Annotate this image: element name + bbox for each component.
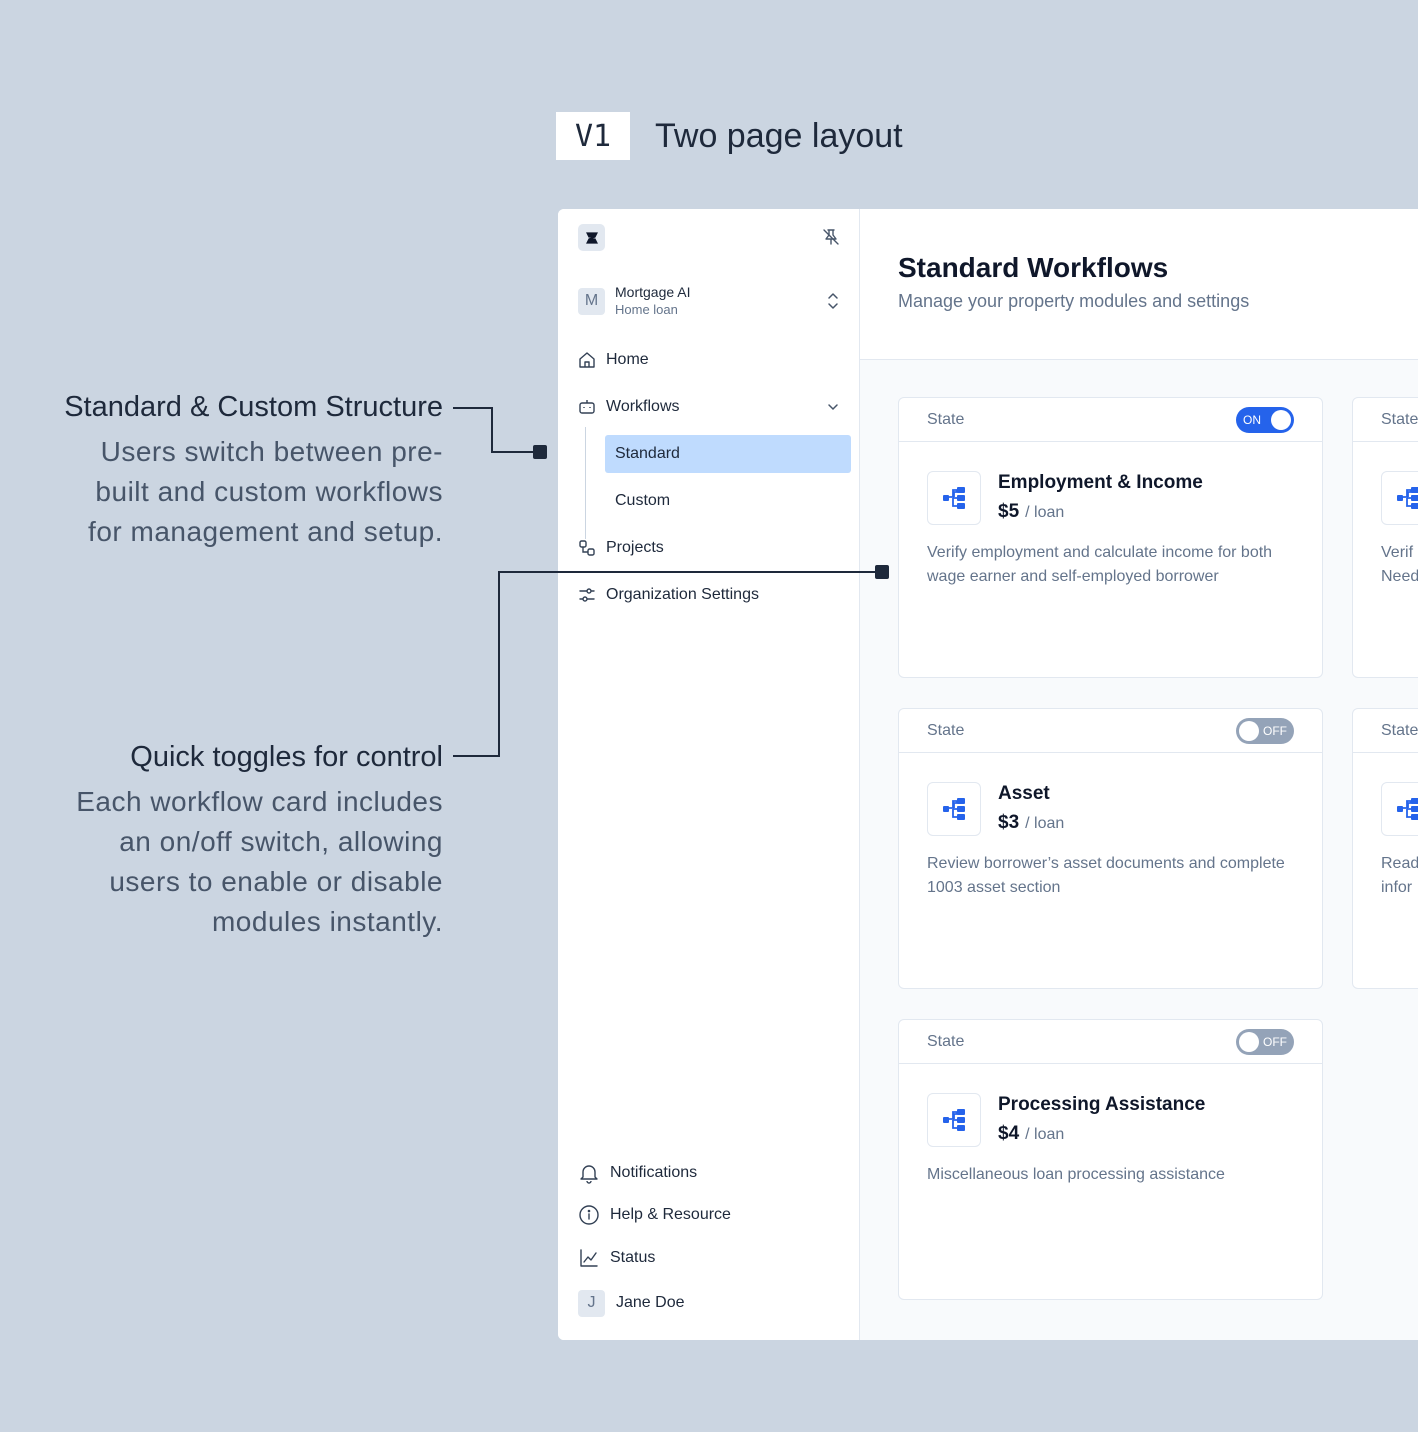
sidebar-item-workflows[interactable]: Workflows <box>578 389 840 425</box>
version-badge: V1 <box>556 112 630 160</box>
workflow-icon <box>927 471 981 525</box>
workflow-icon <box>927 782 981 836</box>
page-heading: Two page layout <box>655 117 903 155</box>
workflow-card-partial: State Read infor <box>1352 708 1418 989</box>
connector-structure <box>453 407 540 453</box>
projects-icon <box>578 539 596 557</box>
main-content: Standard Workflows Manage your property … <box>860 209 1418 1340</box>
sidebar-item-notifications[interactable]: Notifications <box>578 1155 697 1191</box>
org-avatar: M <box>578 287 605 315</box>
annotation-description: Users switch between pre- built and cust… <box>23 432 443 552</box>
annotation-title: Standard & Custom Structure <box>64 391 443 423</box>
annotation-line: an on/off switch, allowing <box>119 826 443 857</box>
page-subtitle: Manage your property modules and setting… <box>898 291 1250 311</box>
state-toggle[interactable]: OFF <box>1236 1028 1294 1055</box>
toggle-label: ON <box>1243 412 1261 427</box>
sliders-icon <box>578 586 596 604</box>
toggle-knob <box>1271 409 1291 430</box>
sidebar-item-label: Workflows <box>606 398 680 415</box>
sidebar: M Mortgage AI Home loan Home Workflows S… <box>558 209 860 1340</box>
state-label: State <box>1381 721 1418 739</box>
sidebar-subitem-standard[interactable]: Standard <box>605 435 851 473</box>
workflow-icon <box>1381 471 1418 525</box>
state-label: State <box>927 1032 965 1050</box>
org-subtitle: Home loan <box>615 302 678 317</box>
annotation-line: modules instantly. <box>211 906 443 937</box>
card-title: Asset <box>998 783 1050 804</box>
sidebar-item-status[interactable]: Status <box>578 1240 655 1276</box>
connector-structure-dot <box>533 445 547 459</box>
toggle-label: OFF <box>1263 723 1287 738</box>
state-label: State <box>1381 410 1418 428</box>
state-toggle[interactable]: ON <box>1236 406 1294 433</box>
org-name: Mortgage AI <box>615 284 691 300</box>
state-toggle[interactable]: OFF <box>1236 717 1294 744</box>
card-description: Miscellaneous loan processing assistance <box>927 1166 1225 1183</box>
annotation-line: users to enable or disable <box>109 866 443 897</box>
workflow-card-employment: State ON Employment & Income $5 / loan V… <box>898 397 1323 678</box>
user-name: Jane Doe <box>616 1294 685 1311</box>
workflow-card-processing: State OFF Processing Assistance $4 / loa… <box>898 1019 1323 1300</box>
main-header: Standard Workflows Manage your property … <box>860 209 1418 360</box>
sidebar-item-label: Notifications <box>610 1164 698 1181</box>
annotation-structure: Standard & Custom Structure Users switch… <box>23 390 443 552</box>
annotation-title: Quick toggles for control <box>130 741 443 773</box>
logo-icon[interactable] <box>578 224 605 251</box>
workflow-card-asset: State OFF Asset $3 / loan Review borrowe… <box>898 708 1323 989</box>
sidebar-item-label: Home <box>606 351 649 368</box>
sidebar-item-projects[interactable]: Projects <box>578 530 664 566</box>
chart-line-icon <box>578 1247 600 1269</box>
home-icon <box>578 351 596 369</box>
state-label: State <box>927 721 965 739</box>
app-window: M Mortgage AI Home loan Home Workflows S… <box>558 209 1418 1340</box>
card-price-unit: / loan <box>1025 815 1065 832</box>
card-price-unit: / loan <box>1025 1126 1065 1143</box>
sidebar-subitem-custom[interactable]: Custom <box>605 482 851 520</box>
sidebar-item-home[interactable]: Home <box>578 342 649 378</box>
card-price: $3 <box>998 812 1020 833</box>
sidebar-item-label: Projects <box>606 539 664 556</box>
bell-icon <box>578 1162 600 1184</box>
toggle-knob <box>1239 720 1259 741</box>
card-price: $5 <box>998 501 1020 522</box>
annotation-line: built and custom workflows <box>95 476 443 507</box>
annotation-description: Each workflow card includes an on/off sw… <box>23 782 443 942</box>
card-title: Processing Assistance <box>998 1094 1206 1115</box>
sidebar-item-organization-settings[interactable]: Organization Settings <box>578 577 759 613</box>
workflow-icon <box>1381 782 1418 836</box>
workflow-card-partial: State Verif Need <box>1352 397 1418 678</box>
user-avatar: J <box>578 1289 605 1317</box>
chevron-down-icon <box>828 404 838 411</box>
unpin-icon[interactable] <box>821 227 841 247</box>
info-icon <box>578 1204 600 1226</box>
workflow-icon <box>927 1093 981 1147</box>
state-label: State <box>927 410 965 428</box>
robot-icon <box>578 398 596 416</box>
sidebar-item-label: Help & Resource <box>610 1206 731 1223</box>
sidebar-user-profile[interactable]: J Jane Doe <box>578 1285 685 1321</box>
card-description: Review borrower’s asset documents and co… <box>927 855 1285 896</box>
card-description: Verify employment and calculate income f… <box>927 544 1273 585</box>
annotation-line: for management and setup. <box>88 516 443 547</box>
card-title: Employment & Income <box>998 472 1203 493</box>
page-title: Standard Workflows <box>898 252 1169 283</box>
sidebar-item-help[interactable]: Help & Resource <box>578 1197 731 1233</box>
annotation-line: Users switch between pre- <box>100 436 443 467</box>
toggle-label: OFF <box>1263 1034 1287 1049</box>
sidebar-item-label: Status <box>610 1249 656 1266</box>
org-switcher[interactable]: M Mortgage AI Home loan <box>578 281 840 321</box>
card-description: Read infor <box>1381 855 1418 896</box>
card-price: $4 <box>998 1123 1020 1144</box>
card-price-unit: / loan <box>1025 504 1065 521</box>
sidebar-item-label: Organization Settings <box>606 586 759 603</box>
annotation-line: Each workflow card includes <box>76 786 443 817</box>
toggle-knob <box>1239 1031 1259 1052</box>
card-description: Verif Need <box>1381 544 1418 585</box>
submenu-guide-line <box>585 427 586 539</box>
annotation-toggles: Quick toggles for control Each workflow … <box>23 740 443 942</box>
chevron-up-down-icon <box>828 293 838 309</box>
